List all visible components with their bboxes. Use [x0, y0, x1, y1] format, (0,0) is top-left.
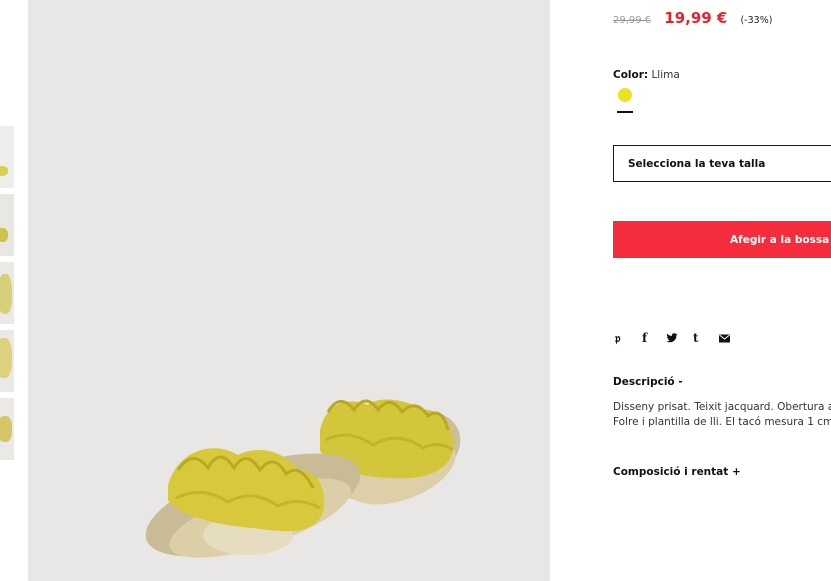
description-line-2: Folre i plantilla de lli. El tacó mesura…	[613, 416, 831, 428]
twitter-icon[interactable]	[666, 330, 678, 348]
thumbnail-1[interactable]	[0, 126, 14, 188]
email-icon[interactable]	[719, 330, 730, 347]
selected-swatch-indicator	[617, 111, 633, 113]
size-select-placeholder: Selecciona la teva talla	[628, 158, 766, 170]
thumbnail-4[interactable]	[0, 330, 14, 392]
description-text: Disseny prisat. Teixit jacquard. Obertur…	[613, 400, 831, 430]
description-line-1: Disseny prisat. Teixit jacquard. Obertur…	[613, 401, 831, 413]
description-toggle[interactable]: Descripció -	[613, 376, 683, 388]
composition-toggle[interactable]: Composició i rentat +	[613, 466, 741, 478]
price-row: 29,99 € 19,99 € (-33%)	[613, 8, 772, 27]
color-label: Color:	[613, 69, 649, 81]
sandals-illustration	[145, 399, 461, 558]
thumbnail-strip	[0, 126, 14, 466]
product-image	[28, 0, 550, 581]
sale-price: 19,99 €	[664, 9, 728, 27]
facebook-icon[interactable]: f	[642, 330, 647, 346]
thumbnail-5[interactable]	[0, 398, 14, 460]
color-swatch-llima[interactable]	[618, 88, 632, 102]
size-select[interactable]: Selecciona la teva talla	[613, 145, 831, 182]
tumblr-icon[interactable]: t	[693, 330, 699, 346]
thumbnail-2[interactable]	[0, 194, 14, 256]
color-label-row: Color: Llima	[613, 69, 680, 81]
discount-badge: (-33%)	[740, 15, 773, 26]
old-price: 29,99 €	[613, 15, 652, 26]
add-to-bag-button[interactable]: Afegir a la bossa	[613, 221, 831, 258]
pinterest-icon[interactable]: 𝔭	[615, 330, 620, 346]
thumbnail-3[interactable]	[0, 262, 14, 324]
color-value: Llima	[651, 69, 680, 81]
